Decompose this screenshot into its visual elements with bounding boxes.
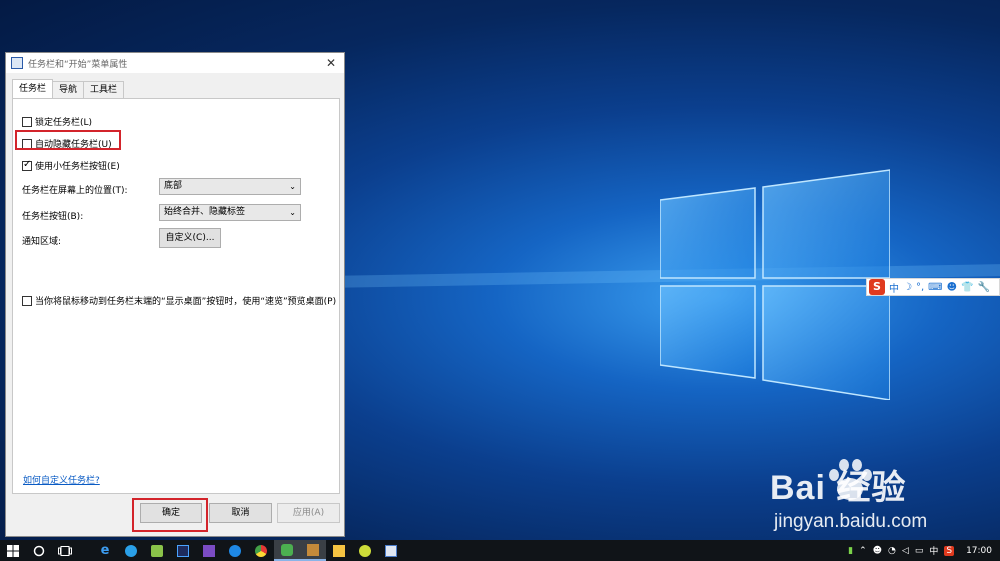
taskbar-properties-icon <box>11 57 23 69</box>
kugou-icon[interactable] <box>222 540 248 561</box>
tab-strip: 任务栏 导航 工具栏 <box>12 79 125 98</box>
apply-button[interactable]: 应用(A) <box>277 503 340 523</box>
system-tray: ▮ ⌃ ☻ ◔ ◁ ▭ 中 S 17:00 <box>848 544 1000 557</box>
wrench-icon[interactable]: 🔧 <box>977 282 989 293</box>
volume-icon[interactable]: ◁ <box>902 546 909 556</box>
chrome-icon[interactable] <box>248 540 274 561</box>
close-icon[interactable]: ✕ <box>318 53 344 73</box>
peek-label: 当你将鼠标移动到任务栏末端的“显示桌面”按钮时，使用“速览”预览桌面(P) <box>35 297 337 307</box>
sogou-ime-icon[interactable]: S <box>869 279 885 295</box>
notify-label: 通知区域: <box>22 237 62 247</box>
dialog-titlebar[interactable]: 任务栏和“开始”菜单属性 ✕ <box>6 53 344 73</box>
small-buttons-label: 使用小任务栏按钮(E) <box>35 162 120 172</box>
baidu-tray-icon[interactable]: ☻ <box>873 546 882 556</box>
buttons-select[interactable]: 始终合并、隐藏标签 ⌄ <box>159 204 301 221</box>
app-icon[interactable] <box>300 540 326 561</box>
tab-panel: 锁定任务栏(L) 自动隐藏任务栏(U) 使用小任务栏按钮(E) 任务栏在屏幕上的… <box>12 98 340 494</box>
tab-navigation[interactable]: 导航 <box>52 81 85 98</box>
taskbar: e ▮ ⌃ ☻ ◔ ◁ ▭ 中 S 17:00 <box>0 540 1000 561</box>
lock-taskbar-option[interactable]: 锁定任务栏(L) <box>22 115 92 128</box>
moon-icon[interactable]: ☽ <box>903 282 912 293</box>
start-icon[interactable] <box>0 540 26 561</box>
battery-icon[interactable]: ▮ <box>848 546 853 556</box>
chevron-down-icon: ⌄ <box>289 208 296 217</box>
notification-icon[interactable]: ▭ <box>915 546 924 556</box>
taskbar-properties-dialog: 任务栏和“开始”菜单属性 ✕ 任务栏 导航 工具栏 锁定任务栏(L) 自动隐藏任… <box>5 52 345 537</box>
help-link[interactable]: 如何自定义任务栏? <box>23 473 100 486</box>
browser-icon[interactable] <box>118 540 144 561</box>
highlight-auto-hide <box>15 130 121 150</box>
customize-button[interactable]: 自定义(C)... <box>159 228 221 248</box>
position-label: 任务栏在屏幕上的位置(T): <box>22 186 128 196</box>
tab-taskbar[interactable]: 任务栏 <box>12 79 54 98</box>
game-icon[interactable] <box>352 540 378 561</box>
position-select[interactable]: 底部 ⌄ <box>159 178 301 195</box>
cortana-icon[interactable] <box>26 540 52 561</box>
small-buttons-checkbox[interactable] <box>22 159 32 171</box>
store-icon[interactable] <box>144 540 170 561</box>
photoshop-icon[interactable] <box>170 540 196 561</box>
show-hidden-icons-icon[interactable]: ⌃ <box>859 546 867 556</box>
ime-toolbar[interactable]: S 中 ☽ °, ⌨ ☻ 👕 🔧 <box>866 278 1000 296</box>
edge-icon[interactable]: e <box>92 540 118 561</box>
watermark-url: jingyan.baidu.com <box>774 511 928 532</box>
wechat-icon[interactable] <box>274 540 300 561</box>
peek-option[interactable]: 当你将鼠标移动到任务栏末端的“显示桌面”按钮时，使用“速览”预览桌面(P) <box>22 294 336 307</box>
windows-logo-wallpaper <box>660 169 890 400</box>
taskbar-settings-icon[interactable] <box>378 540 404 561</box>
language-indicator[interactable]: 中 <box>929 544 938 557</box>
punctuation-icon[interactable]: °, <box>916 282 924 293</box>
chevron-down-icon: ⌄ <box>289 182 296 191</box>
buttons-label: 任务栏按钮(B): <box>22 212 84 222</box>
lock-taskbar-label: 锁定任务栏(L) <box>35 118 93 128</box>
task-view-icon[interactable] <box>52 540 78 561</box>
sogou-tray-icon[interactable]: S <box>944 545 955 556</box>
file-explorer-icon[interactable] <box>326 540 352 561</box>
position-value: 底部 <box>164 181 183 191</box>
peek-checkbox[interactable] <box>22 295 32 306</box>
baidu-watermark: Bai 经验 jingyan.baidu.com <box>770 460 927 533</box>
ime-mode-chinese[interactable]: 中 <box>889 280 899 295</box>
visual-studio-icon[interactable] <box>196 540 222 561</box>
highlight-ok <box>132 498 208 532</box>
watermark-brand: Bai 经验 <box>770 469 907 507</box>
user-icon[interactable]: ☻ <box>947 282 957 293</box>
clock[interactable]: 17:00 <box>966 546 992 556</box>
tab-toolbars[interactable]: 工具栏 <box>83 81 125 98</box>
keyboard-icon[interactable]: ⌨ <box>928 282 942 293</box>
skin-icon[interactable]: 👕 <box>961 282 973 293</box>
cancel-button[interactable]: 取消 <box>209 503 272 523</box>
small-buttons-option[interactable]: 使用小任务栏按钮(E) <box>22 159 120 172</box>
buttons-value: 始终合并、隐藏标签 <box>164 207 246 217</box>
dialog-title: 任务栏和“开始”菜单属性 <box>28 59 128 70</box>
wifi-icon[interactable]: ◔ <box>888 546 896 556</box>
lock-taskbar-checkbox[interactable] <box>22 116 32 127</box>
